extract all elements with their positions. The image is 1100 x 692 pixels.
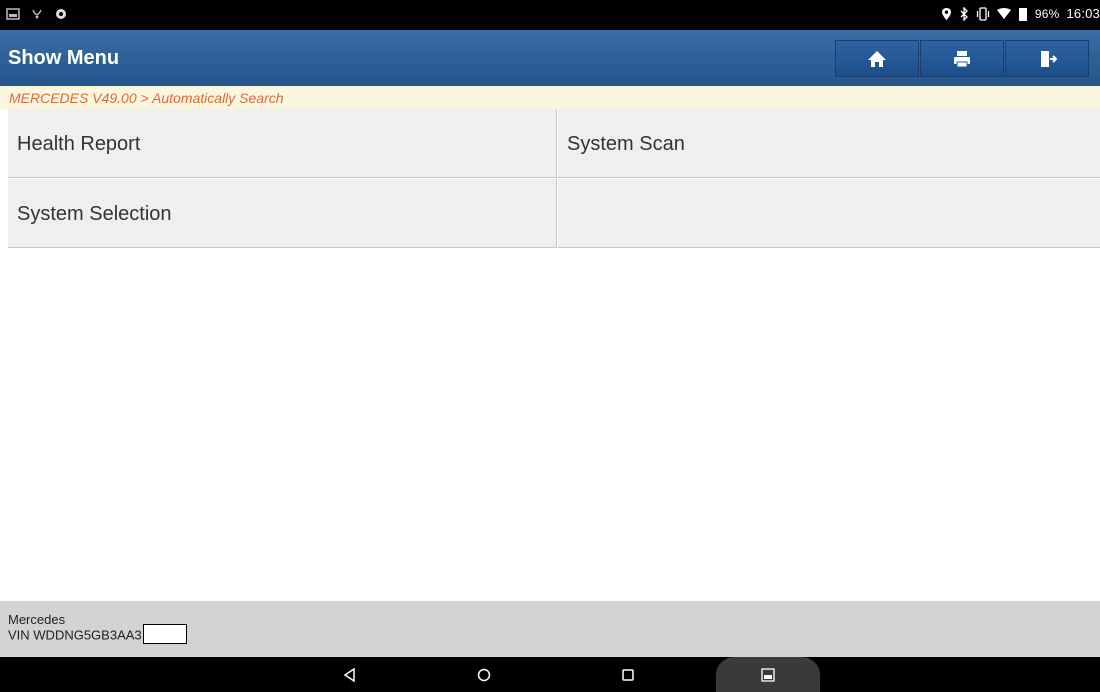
gallery-button[interactable]: [716, 657, 820, 692]
home-nav-button[interactable]: [464, 657, 504, 692]
diagnostic-icon: [56, 9, 66, 19]
status-right-icons: 96% 16:03: [941, 6, 1100, 21]
vehicle-info-footer: Mercedes VIN WDDNG5GB3AA3: [0, 601, 1100, 657]
wifi-icon: [996, 7, 1011, 19]
status-left-icons: [6, 7, 68, 21]
menu-item-system-scan[interactable]: System Scan: [558, 109, 1100, 178]
breadcrumb-text: MERCEDES V49.00 > Automatically Search: [9, 90, 284, 106]
usb-debug-icon: [32, 9, 42, 19]
breadcrumb: MERCEDES V49.00 > Automatically Search: [0, 86, 1100, 109]
clock: 16:03: [1066, 6, 1100, 21]
vehicle-make: Mercedes: [8, 612, 66, 627]
menu-item-health-report[interactable]: Health Report: [8, 109, 557, 178]
vehicle-vin: VIN WDDNG5GB3AA3: [8, 627, 142, 643]
menu-item-system-selection[interactable]: System Selection: [8, 179, 557, 248]
page-title: Show Menu: [8, 47, 120, 69]
recents-icon: [622, 668, 634, 681]
system-nav-bar: [0, 657, 1100, 692]
back-button[interactable]: [330, 657, 370, 692]
home-button[interactable]: [835, 40, 919, 77]
recents-button[interactable]: [608, 657, 648, 692]
menu-item-label: System Scan: [567, 133, 685, 155]
menu-grid: Health Report System Scan System Selecti…: [8, 109, 1100, 248]
menu-item-label: System Selection: [17, 203, 172, 225]
app-bar: Show Menu: [0, 30, 1100, 86]
status-bar: 96% 16:03: [0, 0, 1100, 30]
vibrate-icon: [976, 6, 989, 21]
home-circle-icon: [477, 668, 491, 681]
screenshot-icon: [6, 8, 20, 20]
vehicle-vin-row: VIN WDDNG5GB3AA3: [8, 624, 187, 646]
location-icon: [941, 7, 951, 20]
exit-icon: [1041, 50, 1057, 67]
vin-redaction-box: [142, 624, 187, 644]
print-button[interactable]: [920, 40, 1004, 77]
home-icon: [868, 50, 886, 67]
print-icon: [954, 50, 970, 67]
battery-percent: 96%: [1034, 6, 1060, 21]
battery-icon: [1018, 7, 1027, 21]
menu-item-empty: [558, 179, 1100, 248]
menu-item-label: Health Report: [17, 133, 141, 155]
bluetooth-icon: [960, 6, 968, 21]
exit-button[interactable]: [1005, 40, 1089, 77]
back-icon: [343, 667, 355, 682]
gallery-icon: [761, 667, 775, 682]
